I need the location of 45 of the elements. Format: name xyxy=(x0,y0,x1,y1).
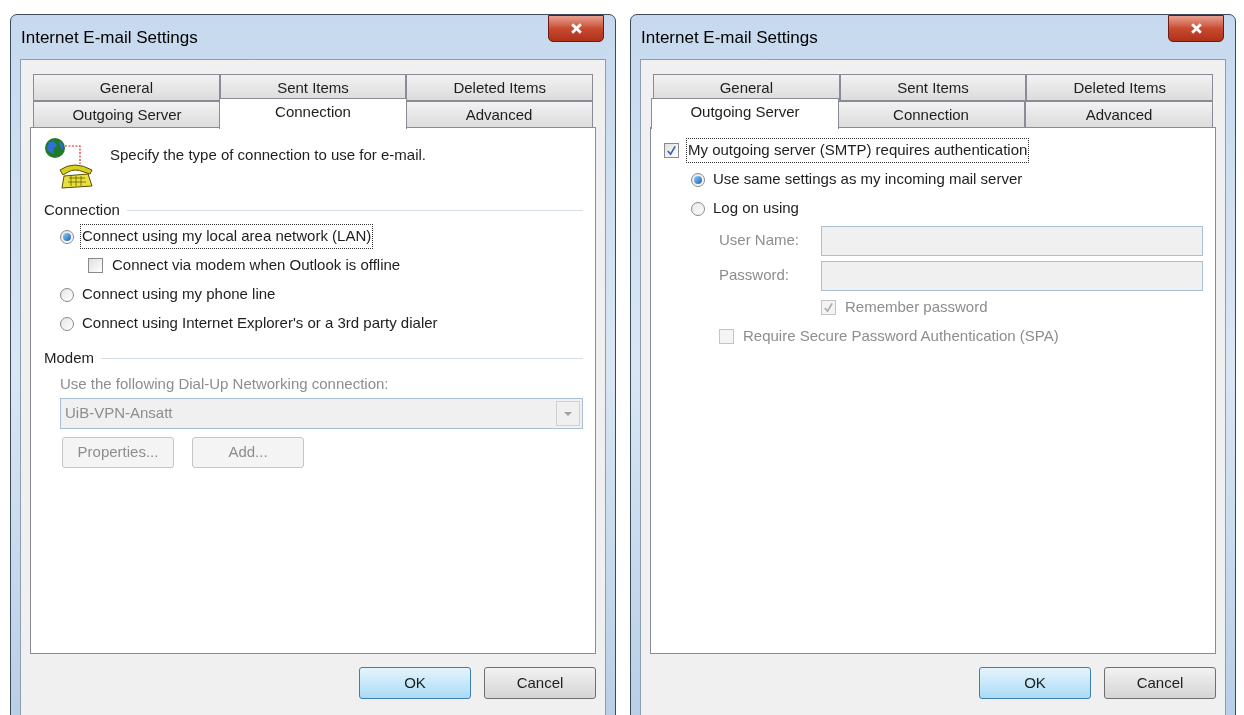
tab[interactable]: Connection xyxy=(837,101,1025,128)
radio-button[interactable] xyxy=(691,201,705,216)
tab[interactable]: Outgoing Server xyxy=(33,101,221,128)
field-label: Password: xyxy=(719,265,791,286)
check-icon xyxy=(666,145,677,156)
dialog-button[interactable]: OK xyxy=(359,667,471,699)
tab[interactable]: Advanced xyxy=(1025,101,1213,128)
check-icon xyxy=(823,302,834,313)
window-title: Internet E-mail Settings xyxy=(21,27,198,49)
checkbox[interactable] xyxy=(88,258,103,273)
close-button[interactable] xyxy=(548,15,604,42)
field-label: Use the following Dial-Up Networking connection: xyxy=(60,373,390,394)
group-title: Connection xyxy=(44,199,120,220)
radio-label: Connect using my local area network (LAN) xyxy=(81,225,373,248)
close-icon xyxy=(1189,22,1203,35)
group-title: Modem xyxy=(44,347,95,368)
checkbox-label: Remember password xyxy=(844,297,989,318)
tab[interactable]: Sent Items xyxy=(839,74,1027,101)
tab[interactable]: General xyxy=(33,74,220,101)
radio-label: Connect using Internet Explorer's or a 3rd party dialer xyxy=(81,313,439,334)
dialog-button[interactable]: OK xyxy=(979,667,1091,699)
radio-button[interactable] xyxy=(691,172,705,187)
field-label: User Name: xyxy=(719,230,801,251)
radio-button[interactable] xyxy=(60,287,74,302)
tab[interactable]: Outgoing Server xyxy=(651,98,839,129)
radio-label: Log on using xyxy=(712,198,800,219)
tab[interactable]: Deleted Items xyxy=(1026,74,1213,101)
radio-button[interactable] xyxy=(60,316,74,331)
checkbox-label: Require Secure Password Authentication (SPA) xyxy=(742,326,1060,347)
tab[interactable]: Connection xyxy=(219,98,407,129)
window-title: Internet E-mail Settings xyxy=(641,27,818,49)
dialog-button[interactable]: Cancel xyxy=(484,667,596,699)
close-button[interactable] xyxy=(1168,15,1224,42)
close-icon xyxy=(569,22,583,35)
checkbox-label: My outgoing server (SMTP) requires authentication xyxy=(687,139,1029,162)
radio-label: Use same settings as my incoming mail server xyxy=(712,169,1024,190)
radio-button[interactable] xyxy=(60,229,74,244)
tab[interactable]: Advanced xyxy=(405,101,593,128)
caret-icon xyxy=(564,411,572,416)
intro-text: Specify the type of connection to use for e-mail. xyxy=(110,145,426,165)
radio-label: Connect using my phone line xyxy=(81,284,277,305)
dialog-button[interactable]: Cancel xyxy=(1104,667,1216,699)
checkbox-label: Connect via modem when Outlook is offline xyxy=(111,255,402,276)
checkbox[interactable] xyxy=(664,143,679,158)
tab[interactable]: Deleted Items xyxy=(406,74,593,101)
